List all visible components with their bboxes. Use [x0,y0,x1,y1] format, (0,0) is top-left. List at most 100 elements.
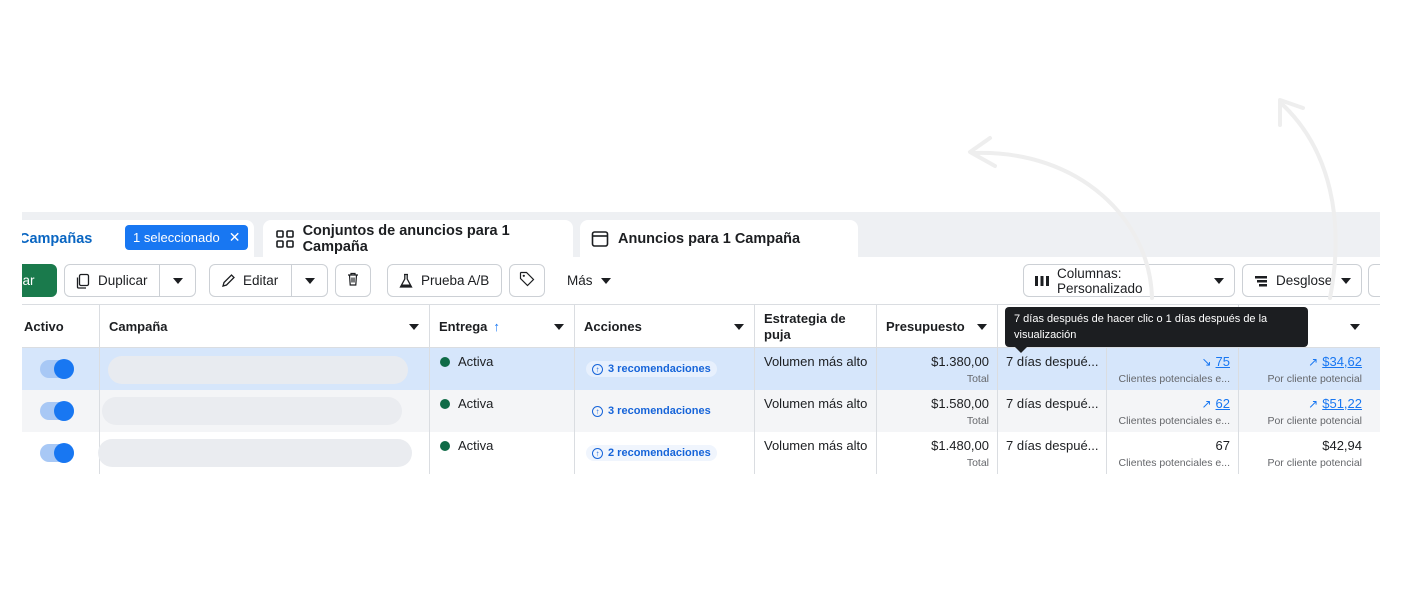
cost-value[interactable]: $51,22 [1322,396,1362,411]
table-row[interactable]: Activa ↑ 3 recomendaciones Volumen más al… [22,348,1380,390]
cost-type: Por cliente potencial [1267,415,1362,427]
budget-type: Total [966,373,989,385]
budget-value: $1.380,00 [931,354,989,369]
trend-up-icon: ↗ [1308,397,1319,411]
results-cell: 67 Clientes potenciales e... [1106,432,1238,474]
results-value[interactable]: 62 [1216,396,1230,411]
delivery-label: Activa [458,396,494,411]
delivery-cell: Activa [429,390,574,432]
header-bid-strategy[interactable]: Estrategia de puja [754,305,876,348]
recommendations-badge[interactable]: ↑ 3 recomendaciones [586,361,717,377]
cost-value: $42,94 [1322,438,1362,453]
attribution-tooltip-text: 7 días después de hacer clic o 1 días de… [1014,313,1268,341]
campaign-toggle[interactable] [40,359,74,379]
header-campaign[interactable]: Campaña [99,305,429,348]
budget-cell[interactable]: $1.480,00 Total [876,432,997,474]
duplicate-icon [75,273,91,289]
arrow-up-circle-icon: ↑ [592,405,603,417]
chevron-down-icon [600,277,611,284]
cost-value[interactable]: $34,62 [1322,354,1362,369]
chevron-down-icon[interactable] [1350,324,1360,330]
attribution-cell: 7 días despué... [997,348,1106,390]
chevron-down-icon[interactable] [734,324,744,330]
trend-down-icon: ↘ [1201,355,1212,369]
delivery-label: Activa [458,354,494,369]
header-bid-strategy-label: Estrategia de puja [764,310,846,342]
toggle-knob [54,359,74,379]
budget-cell[interactable]: $1.380,00 Total [876,348,997,390]
tab-ads[interactable]: Anuncios para 1 Campaña [580,220,858,257]
table-row[interactable]: Activa ↑ 2 recomendaciones Volumen más al… [22,432,1380,474]
tag-button[interactable] [509,264,545,297]
header-active-label: Activo [24,319,64,334]
columns-label: Columnas: Personalizado [1057,265,1143,296]
breakdown-button[interactable]: Desglose [1242,264,1362,297]
toggle-knob [54,401,74,421]
results-type: Clientes potenciales e... [1118,373,1230,385]
chevron-down-icon [172,277,183,284]
bid-strategy-cell: Volumen más alto [754,432,876,474]
active-cell [22,432,99,474]
budget-type: Total [966,457,989,469]
campaign-toggle[interactable] [40,443,74,463]
create-button-label: ear [22,273,35,288]
ab-test-button[interactable]: Prueba A/B [387,264,502,297]
cost-value-wrap: ↗ $51,22 [1308,396,1362,411]
breakdown-label: Desglose [1276,273,1333,288]
cost-value-wrap: ↗ $34,62 [1308,354,1362,369]
results-value-wrap: ↗ 62 [1201,396,1230,411]
arrow-up-circle-icon: ↑ [592,447,603,459]
duplicate-button[interactable]: Duplicar [64,264,196,297]
results-type: Clientes potenciales e... [1118,457,1230,469]
attribution-value: 7 días despué... [1006,438,1099,453]
active-cell [22,390,99,432]
columns-button[interactable]: Columnas: Personalizado [1023,264,1235,297]
results-value[interactable]: 75 [1216,354,1230,369]
pencil-icon [220,273,236,289]
delete-button[interactable] [335,264,371,297]
header-actions[interactable]: Acciones [574,305,754,348]
duplicate-button-label: Duplicar [98,273,148,288]
overflow-button[interactable] [1368,264,1380,297]
attribution-value: 7 días despué... [1006,354,1099,369]
results-value-wrap: ↘ 75 [1201,354,1230,369]
header-delivery[interactable]: Entrega ↑ [429,305,574,348]
chevron-down-icon[interactable] [409,324,419,330]
arrow-up-circle-icon: ↑ [592,363,603,375]
results-type: Clientes potenciales e... [1118,415,1230,427]
results-cell: ↘ 75 Clientes potenciales e... [1106,348,1238,390]
actions-cell: ↑ 2 recomendaciones [574,432,754,474]
create-button[interactable]: ear [22,264,57,297]
chevron-down-icon[interactable] [977,324,987,330]
status-dot-icon [440,398,450,409]
header-campaign-label: Campaña [109,319,168,334]
flask-icon [398,273,414,289]
more-button[interactable]: Más [567,264,611,297]
breakdown-icon [1253,273,1269,289]
duplicate-dropdown[interactable] [159,265,195,296]
header-budget[interactable]: Presupuesto [876,305,997,348]
adsets-grid-icon [275,229,295,249]
header-active[interactable]: Activo [22,305,99,348]
campaign-name-cell[interactable] [98,432,429,474]
recommendations-badge[interactable]: ↑ 2 recomendaciones [586,445,717,461]
table-row[interactable]: Activa ↑ 3 recomendaciones Volumen más al… [22,390,1380,432]
cost-cell: ↗ $34,62 Por cliente potencial [1238,348,1370,390]
campaign-name-cell[interactable] [99,390,429,432]
campaign-toggle[interactable] [40,401,74,421]
edit-dropdown[interactable] [291,265,327,296]
edit-button[interactable]: Editar [209,264,328,297]
trash-icon [345,271,361,290]
redacted-campaign-name [102,397,402,425]
status-dot-icon [440,440,450,451]
selected-count-badge[interactable]: 1 seleccionado ✕ [125,225,249,250]
clear-selection-icon[interactable]: ✕ [229,229,241,246]
campaign-name-cell[interactable] [99,348,429,390]
chevron-down-icon[interactable] [554,324,564,330]
sort-ascending-icon[interactable]: ↑ [493,319,500,334]
budget-cell[interactable]: $1.580,00 Total [876,390,997,432]
recommendations-badge[interactable]: ↑ 3 recomendaciones [586,403,717,419]
tab-adsets[interactable]: Conjuntos de anuncios para 1 Campaña [263,220,573,257]
bid-strategy-value: Volumen más alto [764,396,868,411]
attribution-tooltip: 7 días después de hacer clic o 1 días de… [1005,307,1308,353]
